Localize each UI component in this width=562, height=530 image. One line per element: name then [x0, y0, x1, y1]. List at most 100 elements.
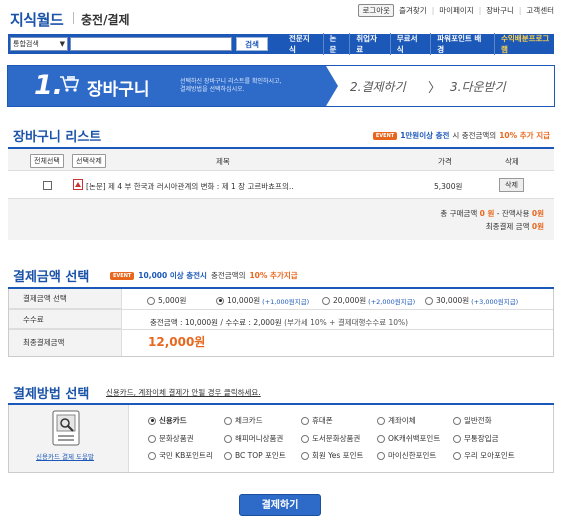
method-landline[interactable]: 일반전화: [453, 415, 492, 426]
option-label: 5,000원: [158, 296, 187, 305]
search-category-select[interactable]: 통합검색 ▼: [10, 37, 68, 51]
method-okcashbag[interactable]: OK캐쉬백포인트: [377, 433, 440, 444]
radio-button[interactable]: [425, 296, 433, 305]
radio-button[interactable]: [322, 296, 330, 305]
card-reader-icon[interactable]: [52, 410, 80, 446]
customer-center-link[interactable]: 고객센터: [526, 5, 554, 16]
item-checkbox[interactable]: [43, 181, 52, 190]
radio-button[interactable]: [453, 434, 461, 443]
method-shinhan-point[interactable]: 마이신한포인트: [377, 450, 436, 461]
menu-item-expert[interactable]: 전문지식: [283, 33, 323, 55]
radio-button[interactable]: [224, 416, 232, 425]
mypage-link[interactable]: 마이페이지: [439, 5, 474, 16]
method-happymoney[interactable]: 해피머니상품권: [224, 433, 283, 444]
shopping-cart-icon: [60, 76, 80, 92]
delete-selected-button[interactable]: 선택삭제: [72, 154, 106, 168]
option-label: 국민 KB포인트리: [159, 451, 213, 460]
amount-section-title: 결제금액 선택: [13, 270, 90, 285]
radio-button[interactable]: [148, 434, 156, 443]
radio-button[interactable]: [224, 434, 232, 443]
option-label: 문화상품권: [159, 434, 194, 443]
option-label: 10,000원: [227, 296, 261, 305]
select-all-button[interactable]: 전체선택: [30, 154, 64, 168]
option-label: 체크카드: [235, 416, 263, 425]
menu-item-revenue[interactable]: 수익배분프로그램: [494, 33, 562, 55]
chevron-down-icon: ▼: [59, 40, 65, 48]
cart-event-notice: EVENT 1만원이상 충전 시 충전금액의 10% 추가 지급: [372, 130, 550, 141]
radio-button[interactable]: [453, 416, 461, 425]
step-arrow: [326, 66, 338, 106]
step-2: 2.결제하기: [350, 80, 406, 94]
method-yes-point[interactable]: 회원 Yes 포인트: [301, 450, 363, 461]
main-menu: 전문지식 논문 취업자료 무료서식 파워포인트 배경 수익배분프로그램: [283, 33, 562, 55]
step-separator: 〉: [428, 81, 442, 96]
radio-button[interactable]: [301, 416, 309, 425]
option-label: 신용카드: [159, 416, 187, 425]
column-header-price: 가격: [438, 157, 452, 166]
amount-option-30000[interactable]: 30,000원 (+3,000원지급): [425, 295, 518, 306]
radio-button-selected[interactable]: [216, 296, 224, 305]
method-mobile[interactable]: 휴대폰: [301, 415, 333, 426]
method-credit-card[interactable]: 신용카드: [148, 415, 187, 426]
step-1-title: 장바구니: [87, 80, 150, 100]
radio-button[interactable]: [377, 434, 385, 443]
radio-button[interactable]: [301, 434, 309, 443]
method-woori-point[interactable]: 우리 모아포인트: [453, 450, 515, 461]
divider: |: [518, 6, 522, 15]
option-label: 30,000원: [436, 296, 470, 305]
radio-button[interactable]: [301, 451, 309, 460]
cart-section-title: 장바구니 리스트: [13, 130, 102, 145]
bookmark-link[interactable]: 즐겨찾기: [399, 5, 427, 16]
radio-button[interactable]: [377, 451, 385, 460]
method-bank-transfer[interactable]: 계좌이체: [377, 415, 416, 426]
logout-button[interactable]: 로그아웃: [358, 4, 395, 17]
total-value: 0 원: [479, 209, 495, 218]
option-bonus: (+2,000원지급): [368, 297, 416, 306]
cart-final-line: 최종결제 금액 0원: [486, 221, 544, 232]
method-bc-point[interactable]: BC TOP 포인트: [224, 450, 286, 461]
site-logo[interactable]: 지식월드: [10, 9, 64, 30]
method-book-voucher[interactable]: 도서문화상품권: [301, 433, 360, 444]
cart-summary: [8, 198, 554, 240]
radio-button[interactable]: [147, 296, 155, 305]
radio-button[interactable]: [453, 451, 461, 460]
event-text: 충전금액의: [210, 271, 246, 280]
option-label: 휴대폰: [312, 416, 333, 425]
radio-button-selected[interactable]: [148, 416, 156, 425]
divider: |: [478, 6, 482, 15]
radio-button[interactable]: [148, 451, 156, 460]
method-deposit[interactable]: 무통장입금: [453, 433, 499, 444]
menu-item-job[interactable]: 취업자료: [349, 33, 390, 55]
menu-item-paper[interactable]: 논문: [322, 33, 350, 55]
pdf-file-icon: [73, 179, 83, 190]
search-button[interactable]: 검색: [236, 37, 268, 51]
item-title-link[interactable]: [논문] 제 4 부 한국과 러시아관계의 변화 : 제 1 장 고르바쵸프의.…: [86, 181, 294, 192]
cart-link[interactable]: 장바구니: [486, 5, 514, 16]
cart-total-line: 총 구매금액 0 원 - 잔액사용 0원: [440, 208, 544, 219]
amount-option-20000[interactable]: 20,000원 (+2,000원지급): [322, 295, 415, 306]
option-label: 회원 Yes 포인트: [312, 451, 364, 460]
menu-item-ppt[interactable]: 파워포인트 배경: [430, 33, 494, 55]
method-check-card[interactable]: 체크카드: [224, 415, 263, 426]
amount-option-5000[interactable]: 5,000원: [147, 295, 186, 306]
divider: |: [431, 6, 435, 15]
row-label-fee: 수수료: [9, 310, 122, 329]
search-input[interactable]: [70, 37, 232, 51]
option-label: OK캐쉬백포인트: [388, 434, 441, 443]
radio-button[interactable]: [224, 451, 232, 460]
pay-button[interactable]: 결제하기: [239, 494, 321, 516]
option-label: 해피머니상품권: [235, 434, 284, 443]
final-label: 최종결제 금액: [485, 222, 530, 231]
card-payment-help-link[interactable]: 신용카드 결제 도움말: [36, 451, 94, 461]
event-text-blue: 1만원이상 충전: [400, 131, 450, 140]
method-kb-point[interactable]: 국민 KB포인트리: [148, 450, 213, 461]
radio-button[interactable]: [377, 416, 385, 425]
option-label: 20,000원: [333, 296, 367, 305]
menu-item-free-forms[interactable]: 무료서식: [389, 33, 431, 55]
column-header-title: 제목: [216, 157, 230, 166]
payment-help-link[interactable]: 신용카드, 계좌이체 결제가 안될 경우 클릭하세요.: [106, 387, 261, 398]
amount-option-10000[interactable]: 10,000원 (+1,000원지급): [216, 295, 309, 306]
option-label: BC TOP 포인트: [235, 451, 286, 460]
method-culture-voucher[interactable]: 문화상품권: [148, 433, 194, 444]
item-delete-button[interactable]: 삭제: [499, 178, 524, 192]
